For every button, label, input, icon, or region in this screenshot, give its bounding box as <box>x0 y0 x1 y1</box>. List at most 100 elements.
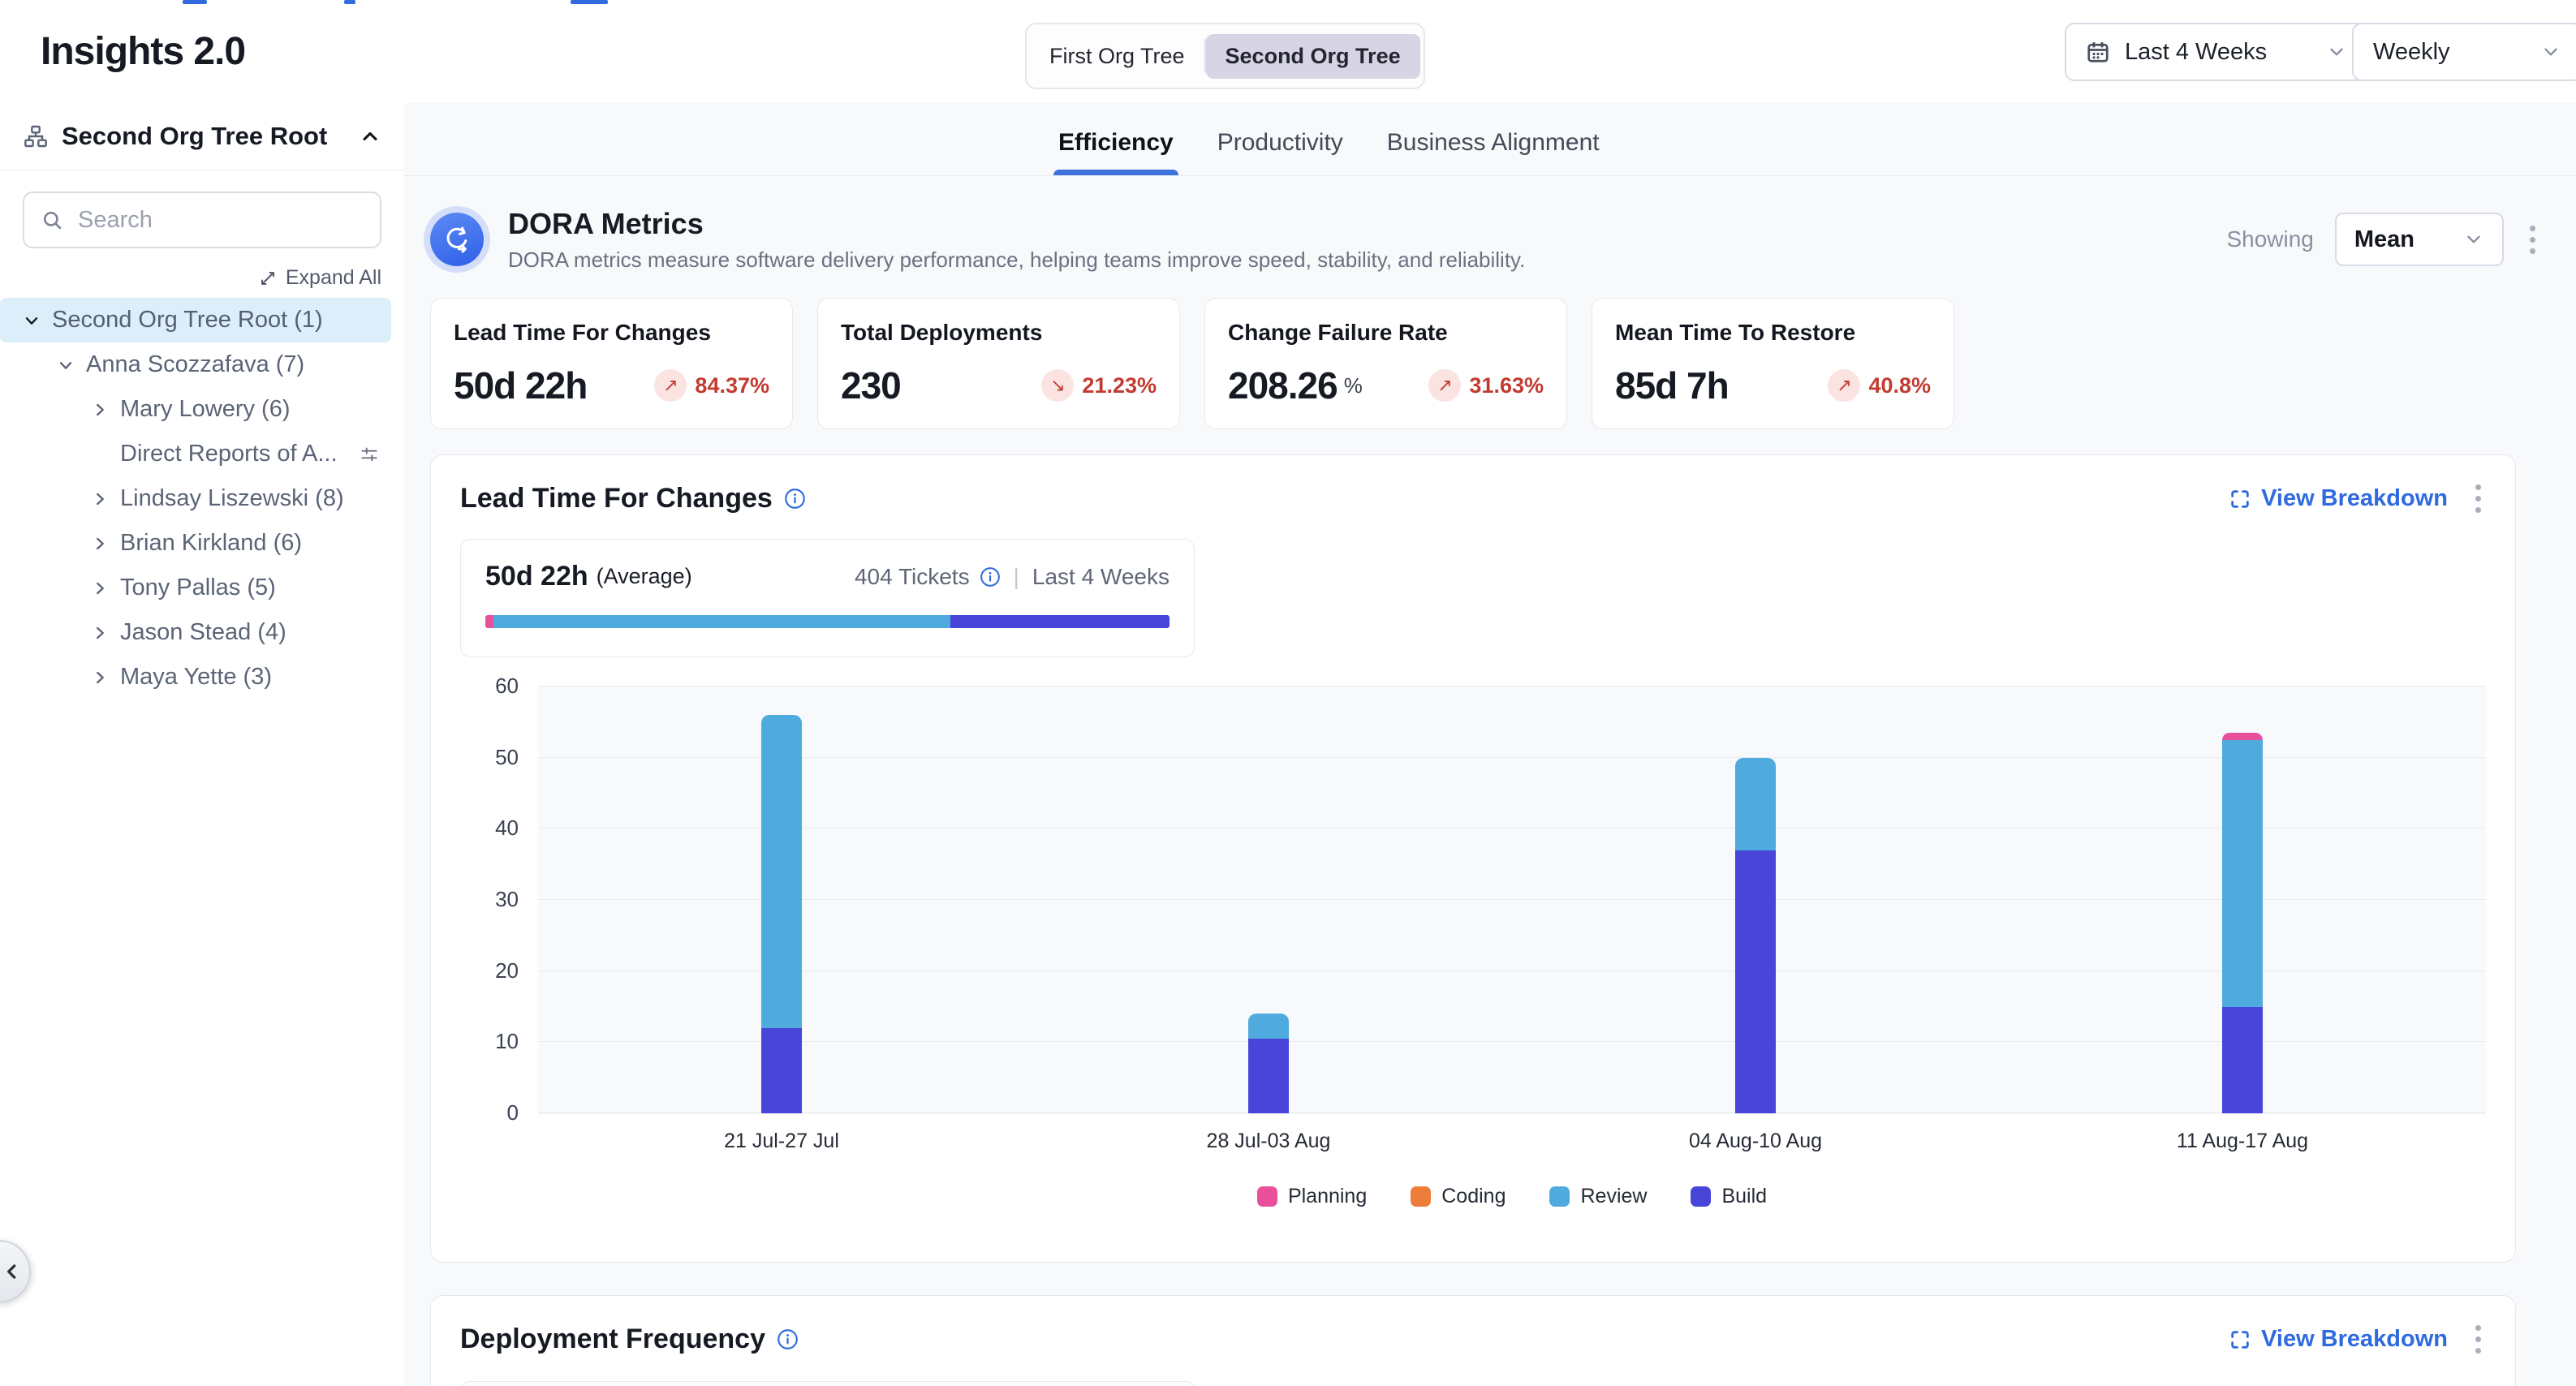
tree-item-direct-reports-of-a[interactable]: Direct Reports of A... <box>0 432 391 476</box>
tree-item-label: Second Org Tree Root (1) <box>52 307 323 334</box>
expand-all-label: Expand All <box>286 266 381 290</box>
legend-swatch <box>1411 1186 1431 1207</box>
chevron-down-icon[interactable] <box>57 356 75 374</box>
metric-card-mean-time-to-restore: Mean Time To Restore85d 7h↗40.8% <box>1592 298 1954 429</box>
sidebar-search <box>23 192 381 248</box>
x-tick-label: 28 Jul-03 Aug <box>1207 1130 1331 1153</box>
legend-swatch <box>1257 1186 1277 1207</box>
stacked-bar-28-jul-03-aug <box>1248 1014 1289 1113</box>
chevron-right-icon[interactable] <box>91 490 109 508</box>
tab-label: Productivity <box>1213 129 1348 157</box>
tree-item-maya-yette-3[interactable]: Maya Yette (3) <box>0 655 391 699</box>
tree-item-jason-stead-4[interactable]: Jason Stead (4) <box>0 610 391 655</box>
tree-item-tony-pallas-5[interactable]: Tony Pallas (5) <box>0 566 391 610</box>
date-range-select[interactable]: Last 4 Weeks <box>2065 23 2368 81</box>
granularity-value: Weekly <box>2373 39 2450 66</box>
tab-business-alignment[interactable]: Business Alignment <box>1382 129 1605 175</box>
chevron-right-icon[interactable] <box>91 669 109 687</box>
sidebar-title: Second Org Tree Root <box>62 122 346 151</box>
tree-item-label: Brian Kirkland (6) <box>120 530 302 557</box>
y-tick-label: 40 <box>460 816 519 841</box>
legend-item-review[interactable]: Review <box>1549 1185 1647 1208</box>
metric-card-value: 50d 22h <box>454 364 587 407</box>
bar-segment-build <box>761 1028 802 1113</box>
bar-segment-build <box>1248 1039 1289 1113</box>
deployment-frequency-section: Deployment Frequency View Breakdown <box>430 1295 2516 1386</box>
y-tick-label: 60 <box>460 674 519 699</box>
tree-item-lindsay-liszewski-8[interactable]: Lindsay Liszewski (8) <box>0 476 391 521</box>
delta-value: 40.8% <box>1868 373 1931 398</box>
tab-underline <box>1213 170 1348 175</box>
progress-segment-review <box>493 615 950 628</box>
metric-card-value: 85d 7h <box>1615 364 1729 407</box>
progress-segment-build <box>950 615 1170 628</box>
aggregation-value: Mean <box>2354 226 2414 253</box>
chevron-right-icon[interactable] <box>91 579 109 597</box>
org-chart-icon <box>23 123 49 149</box>
expand-all-button[interactable]: Expand All <box>23 266 381 290</box>
chevron-right-icon[interactable] <box>91 401 109 419</box>
org-toggle-second-org-tree[interactable]: Second Org Tree <box>1206 34 1420 79</box>
search-input[interactable] <box>76 206 355 235</box>
delta-badge: ↗31.63% <box>1428 369 1544 402</box>
dora-subtitle: DORA metrics measure software delivery p… <box>508 248 1525 273</box>
org-toggle-first-org-tree[interactable]: First Org Tree <box>1030 34 1204 79</box>
metric-card-label: Lead Time For Changes <box>454 320 769 346</box>
info-icon[interactable] <box>777 1328 799 1350</box>
kebab-menu-icon[interactable] <box>2470 480 2486 518</box>
insights-dashboard: Insights 2.0 First Org TreeSecond Org Tr… <box>0 0 2576 1386</box>
metric-card-value: 208.26 <box>1228 364 1338 407</box>
stacked-bar-04-aug-10-aug <box>1735 758 1776 1113</box>
tree-item-anna-scozzafava-7[interactable]: Anna Scozzafava (7) <box>0 342 391 387</box>
tree-item-label: Tony Pallas (5) <box>120 575 276 601</box>
collapse-panel-icon[interactable] <box>359 125 381 148</box>
showing-label: Showing <box>2226 226 2313 252</box>
view-breakdown-label: View Breakdown <box>2261 1326 2448 1353</box>
bar-segment-review <box>1735 758 1776 850</box>
tree-item-label: Mary Lowery (6) <box>120 396 291 423</box>
kebab-menu-icon[interactable] <box>2470 1320 2486 1358</box>
summary-value: 50d 22h <box>485 561 588 592</box>
expand-all-icon <box>258 269 278 288</box>
chevron-down-icon[interactable] <box>23 312 41 329</box>
chevron-right-icon[interactable] <box>91 535 109 553</box>
delta-value: 84.37% <box>695 373 769 398</box>
phase-progress-bar <box>485 615 1170 628</box>
x-tick-label: 11 Aug-17 Aug <box>2177 1130 2308 1153</box>
granularity-select[interactable]: Weekly <box>2352 23 2576 81</box>
org-tree-sidebar: Second Org Tree Root Expand All Second O… <box>0 103 405 1386</box>
lead-time-title: Lead Time For Changes <box>460 483 773 514</box>
page-title: Insights 2.0 <box>41 29 245 74</box>
info-icon[interactable] <box>784 488 806 510</box>
metric-card-change-failure-rate: Change Failure Rate208.26%↗31.63% <box>1204 298 1567 429</box>
aggregation-select[interactable]: Mean <box>2335 213 2504 266</box>
y-tick-label: 10 <box>460 1029 519 1054</box>
org-tree: Second Org Tree Root (1) Anna Scozzafava … <box>0 298 404 699</box>
expand-view-icon <box>2229 1328 2251 1351</box>
lead-time-summary-card: 50d 22h (Average) 404 Tickets | Last 4 W… <box>460 539 1195 657</box>
bar-segment-review <box>1248 1014 1289 1039</box>
legend-item-build[interactable]: Build <box>1691 1185 1767 1208</box>
tab-label: Efficiency <box>1053 129 1178 157</box>
chevron-right-icon[interactable] <box>91 624 109 642</box>
tree-item-mary-lowery-6[interactable]: Mary Lowery (6) <box>0 387 391 432</box>
tree-item-brian-kirkland-6[interactable]: Brian Kirkland (6) <box>0 521 391 566</box>
dora-metrics-header: DORA Metrics DORA metrics measure softwa… <box>430 197 2540 282</box>
tree-item-second-org-tree-root-1[interactable]: Second Org Tree Root (1) <box>0 298 391 342</box>
metric-card-total-deployments: Total Deployments230↘21.23% <box>817 298 1180 429</box>
kebab-menu-icon[interactable] <box>2525 221 2540 259</box>
tab-bar: Efficiency Productivity Business Alignment <box>404 103 2576 176</box>
info-icon[interactable] <box>980 566 1001 588</box>
tab-efficiency[interactable]: Efficiency <box>1053 129 1178 175</box>
metric-card-label: Change Failure Rate <box>1228 320 1544 346</box>
tab-productivity[interactable]: Productivity <box>1213 129 1348 175</box>
legend-item-coding[interactable]: Coding <box>1411 1185 1506 1208</box>
legend-item-planning[interactable]: Planning <box>1257 1185 1367 1208</box>
gridline-40 <box>538 828 2486 829</box>
view-breakdown-button[interactable]: View Breakdown <box>2229 1326 2448 1353</box>
dora-title: DORA Metrics <box>508 207 1525 241</box>
trend-up-icon: ↗ <box>654 369 687 402</box>
filter-sliders-icon[interactable] <box>359 444 380 465</box>
view-breakdown-button[interactable]: View Breakdown <box>2229 485 2448 512</box>
deployment-frequency-header: Deployment Frequency View Breakdown <box>431 1296 2515 1358</box>
